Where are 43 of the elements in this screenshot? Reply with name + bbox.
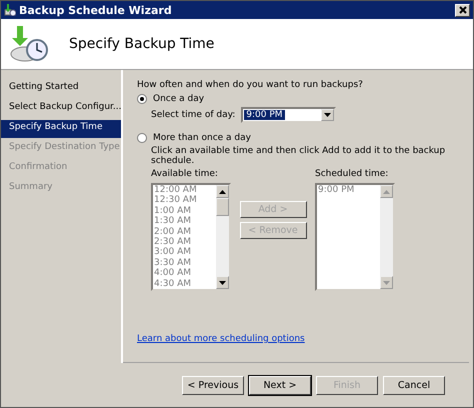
radio-label[interactable]: Once a day bbox=[153, 94, 204, 104]
list-item[interactable]: 3:00 AM bbox=[154, 247, 216, 258]
list-item[interactable]: 2:00 AM bbox=[154, 226, 216, 238]
list-item[interactable]: 12:00 AM bbox=[154, 185, 216, 196]
radio-button[interactable] bbox=[137, 94, 147, 104]
down-arrow-icon bbox=[383, 280, 390, 284]
scroll-thumb[interactable] bbox=[216, 198, 229, 216]
list-item[interactable]: 1:30 AM bbox=[154, 216, 216, 227]
scrollbar[interactable] bbox=[216, 185, 229, 289]
scrollbar[interactable] bbox=[380, 185, 393, 289]
question-text: How often and when do you want to run backups? bbox=[137, 80, 363, 90]
wizard-button[interactable]: < Previous bbox=[182, 376, 244, 394]
instruction-text: Click an available time and then click Add to add it to the backup schedule. bbox=[151, 146, 446, 166]
list-item[interactable]: 9:00 PM bbox=[318, 185, 380, 196]
time-label: Select time of day: bbox=[151, 110, 236, 120]
page-heading: Specify Backup Time bbox=[69, 36, 214, 52]
list-item[interactable]: 4:00 AM bbox=[154, 268, 216, 279]
dropdown-button[interactable] bbox=[321, 109, 334, 121]
sidebar-item[interactable]: Select Backup Configur... bbox=[1, 100, 121, 118]
list-item[interactable]: 2:30 AM bbox=[154, 237, 216, 248]
sidebar-item[interactable]: Specify Backup Time bbox=[1, 120, 121, 138]
wizard-button[interactable]: Cancel bbox=[383, 376, 445, 394]
close-button[interactable] bbox=[455, 4, 470, 16]
list-label: Available time: bbox=[151, 169, 219, 179]
list-item[interactable]: 3:30 AM bbox=[154, 258, 216, 268]
backup-clock-icon bbox=[9, 24, 49, 64]
up-arrow-icon bbox=[383, 190, 390, 194]
up-arrow-icon bbox=[219, 190, 226, 194]
time-dropdown[interactable]: 9:00 PM bbox=[241, 107, 336, 123]
radio-label[interactable]: More than once a day bbox=[153, 133, 251, 143]
backup-app-icon bbox=[4, 4, 16, 16]
list-label: Scheduled time: bbox=[315, 169, 390, 179]
window-title: Backup Schedule Wizard bbox=[19, 4, 173, 16]
list-item[interactable]: 4:30 AM bbox=[154, 278, 216, 289]
sidebar-item[interactable]: Getting Started bbox=[1, 80, 121, 98]
close-icon bbox=[458, 6, 466, 14]
scheduling-link[interactable]: Learn about more scheduling options bbox=[137, 334, 305, 344]
list-item[interactable]: 1:00 AM bbox=[154, 206, 216, 216]
wizard-button[interactable]: Next > bbox=[249, 376, 311, 394]
caret-icon bbox=[324, 113, 332, 117]
list-item[interactable]: 12:30 AM bbox=[154, 195, 216, 206]
radio-button[interactable] bbox=[137, 133, 147, 143]
down-arrow-icon bbox=[219, 280, 226, 284]
